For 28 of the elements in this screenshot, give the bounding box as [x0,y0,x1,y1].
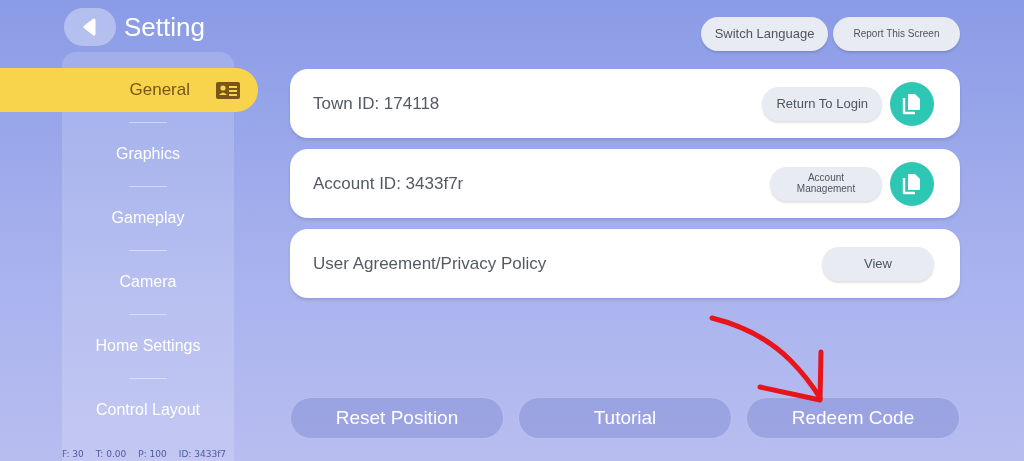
card-button[interactable]: Account Management [770,166,882,201]
info-label: Town ID: 174118 [313,93,441,114]
top-button[interactable]: Switch Language [701,17,828,51]
copy-icon [902,172,922,195]
sidebar-tab[interactable]: Control Layout [62,388,234,432]
sidebar-tab[interactable]: Graphics [62,132,234,176]
debug-stat: P: 100 [138,449,167,459]
action-button[interactable]: Reset Position [290,397,504,439]
sidebar-tab[interactable]: Gameplay [62,196,234,240]
debug-stat: ID: 3433f7 [178,449,227,459]
action-button[interactable]: Tutorial [518,397,732,439]
copy-icon [902,92,922,115]
back-button[interactable] [64,8,116,46]
sidebar-tab[interactable]: General [0,68,258,112]
info-label: User Agreement/Privacy Policy [313,253,548,274]
card-button[interactable]: View [822,246,934,281]
screen-title: Setting [124,11,205,44]
top-button[interactable]: Report This Screen [833,17,960,51]
card-button[interactable]: Return To Login [762,86,882,121]
info-label: Account ID: 3433f7r [313,173,465,194]
copy-button[interactable] [890,161,934,206]
id-card-icon [216,81,240,99]
debug-stat: T: 0.00 [95,449,127,459]
sidebar-tab[interactable]: Camera [62,260,234,304]
copy-button[interactable] [890,81,934,126]
action-button[interactable]: Redeem Code [746,397,960,439]
sidebar-tab[interactable]: Home Settings [62,324,234,368]
debug-stat: F: 30 [62,449,84,459]
